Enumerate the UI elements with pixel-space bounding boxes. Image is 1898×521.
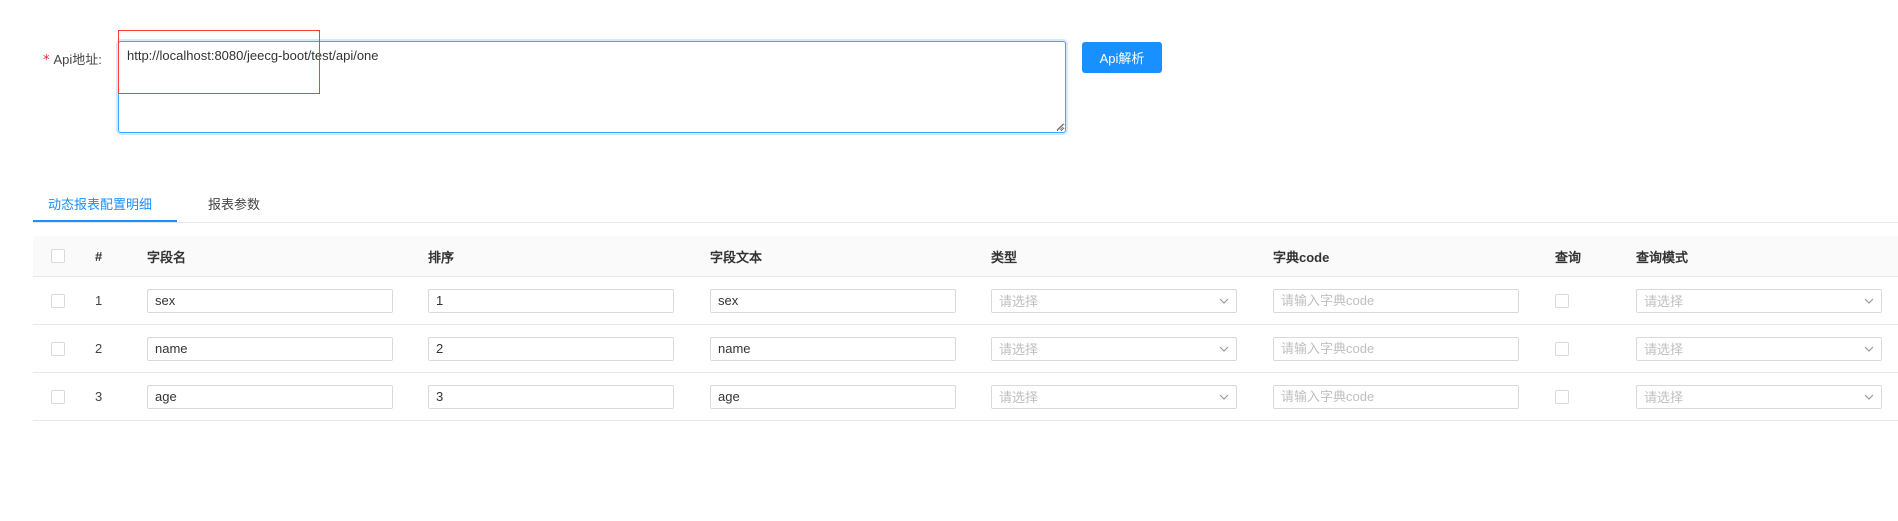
row-checkbox[interactable] bbox=[51, 293, 65, 308]
api-address-textarea[interactable]: http://localhost:8080/jeecg-boot/test/ap… bbox=[118, 41, 1066, 133]
table-row: 2 请选择 请选择 bbox=[33, 325, 1898, 373]
query-mode-select[interactable]: 请选择 bbox=[1636, 336, 1882, 361]
api-label-text: Api地址: bbox=[53, 52, 102, 67]
order-input[interactable] bbox=[428, 336, 674, 361]
select-placeholder: 请选择 bbox=[1644, 390, 1684, 405]
header-order: 排序 bbox=[428, 249, 455, 265]
query-checkbox[interactable] bbox=[1555, 389, 1569, 404]
chevron-down-icon bbox=[1219, 346, 1229, 352]
header-type: 类型 bbox=[991, 249, 1018, 265]
field-text-input[interactable] bbox=[710, 288, 956, 313]
api-parse-button[interactable]: Api解析 bbox=[1082, 42, 1162, 73]
query-checkbox[interactable] bbox=[1555, 293, 1569, 308]
order-input[interactable] bbox=[428, 384, 674, 409]
dict-code-input[interactable] bbox=[1273, 384, 1519, 409]
row-checkbox[interactable] bbox=[51, 341, 65, 356]
table-row: 3 请选择 请选择 bbox=[33, 373, 1898, 421]
query-checkbox[interactable] bbox=[1555, 341, 1569, 356]
field-text-input[interactable] bbox=[710, 336, 956, 361]
header-index: # bbox=[95, 248, 103, 264]
dict-code-input[interactable] bbox=[1273, 336, 1519, 361]
table-row: 1 请选择 请选择 bbox=[33, 277, 1898, 325]
dict-code-input[interactable] bbox=[1273, 288, 1519, 313]
field-name-input[interactable] bbox=[147, 384, 393, 409]
tab-report-params[interactable]: 报表参数 bbox=[208, 188, 260, 221]
api-form-row: * Api地址: http://localhost:8080/jeecg-boot… bbox=[0, 0, 1898, 150]
header-field-name: 字段名 bbox=[147, 249, 187, 265]
table-header: # 字段名 排序 字段文本 类型 字典code 查询 查询模式 bbox=[33, 236, 1898, 277]
row-index: 2 bbox=[95, 341, 103, 356]
select-placeholder: 请选择 bbox=[1644, 342, 1684, 357]
field-name-input[interactable] bbox=[147, 288, 393, 313]
type-select[interactable]: 请选择 bbox=[991, 288, 1237, 313]
chevron-down-icon bbox=[1219, 394, 1229, 400]
field-text-input[interactable] bbox=[710, 384, 956, 409]
header-field-text: 字段文本 bbox=[710, 249, 763, 265]
query-mode-select[interactable]: 请选择 bbox=[1636, 384, 1882, 409]
required-mark: * bbox=[43, 53, 50, 68]
chevron-down-icon bbox=[1219, 298, 1229, 304]
query-mode-select[interactable]: 请选择 bbox=[1636, 288, 1882, 313]
row-index: 1 bbox=[95, 293, 103, 308]
type-select[interactable]: 请选择 bbox=[991, 336, 1237, 361]
type-select[interactable]: 请选择 bbox=[991, 384, 1237, 409]
header-query-mode: 查询模式 bbox=[1636, 249, 1689, 265]
row-checkbox[interactable] bbox=[51, 389, 65, 404]
select-placeholder: 请选择 bbox=[999, 294, 1039, 309]
chevron-down-icon bbox=[1864, 394, 1874, 400]
header-query: 查询 bbox=[1555, 249, 1582, 265]
field-name-input[interactable] bbox=[147, 336, 393, 361]
select-placeholder: 请选择 bbox=[999, 390, 1039, 405]
order-input[interactable] bbox=[428, 288, 674, 313]
tab-label: 报表参数 bbox=[208, 197, 261, 212]
tab-bar: 动态报表配置明细 报表参数 bbox=[33, 188, 1898, 223]
config-table: # 字段名 排序 字段文本 类型 字典code 查询 查询模式 1 请选择 请选… bbox=[33, 236, 1898, 421]
api-address-label: * Api地址: bbox=[43, 49, 102, 68]
tab-active-indicator bbox=[33, 220, 177, 222]
header-dict-code: 字典code bbox=[1273, 249, 1330, 265]
select-placeholder: 请选择 bbox=[1644, 294, 1684, 309]
tab-label: 动态报表配置明细 bbox=[48, 197, 153, 212]
tab-dynamic-report-config[interactable]: 动态报表配置明细 bbox=[33, 188, 177, 222]
chevron-down-icon bbox=[1864, 298, 1874, 304]
select-placeholder: 请选择 bbox=[999, 342, 1039, 357]
select-all-checkbox[interactable] bbox=[51, 249, 65, 263]
chevron-down-icon bbox=[1864, 346, 1874, 352]
row-index: 3 bbox=[95, 389, 103, 404]
